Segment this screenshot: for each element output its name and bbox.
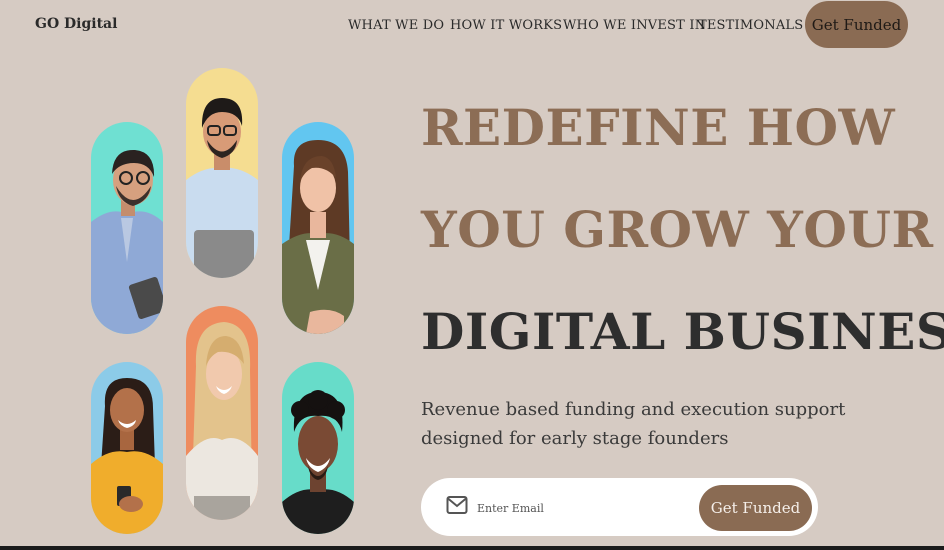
portrait-man-with-glasses-and-laptop <box>186 68 258 278</box>
nav-link-testimonials[interactable]: TESTIMONALS <box>698 18 803 33</box>
bottom-border <box>0 546 944 550</box>
portrait-man-with-curly-hair <box>282 362 354 534</box>
portrait-woman-with-brown-hair <box>282 122 354 334</box>
nav-link-who-we-invest-in[interactable]: WHO WE INVEST IN <box>563 18 706 33</box>
signup-get-funded-button[interactable]: Get Funded <box>699 485 812 531</box>
nav-link-how-it-works[interactable]: HOW IT WORKS <box>450 18 562 33</box>
envelope-icon <box>446 495 468 515</box>
hero-headline-line-2: YOU GROW YOUR <box>421 200 934 259</box>
portrait-woman-with-blonde-hair <box>186 306 258 520</box>
hero-headline-line-1: REDEFINE HOW <box>421 98 896 157</box>
email-input[interactable] <box>477 498 677 518</box>
nav-menu: WHAT WE DO HOW IT WORKS WHO WE INVEST IN… <box>0 18 944 38</box>
email-signup-form: Get Funded <box>421 478 818 536</box>
header-get-funded-button[interactable]: Get Funded <box>805 1 908 48</box>
hero-headline-line-3: DIGITAL BUSINESS <box>421 302 944 361</box>
portrait-woman-with-phone <box>91 362 163 534</box>
hero-subtitle: Revenue based funding and execution supp… <box>421 399 846 449</box>
nav-link-what-we-do[interactable]: WHAT WE DO <box>348 18 444 33</box>
portrait-man-with-glasses-and-tablet <box>91 122 163 334</box>
